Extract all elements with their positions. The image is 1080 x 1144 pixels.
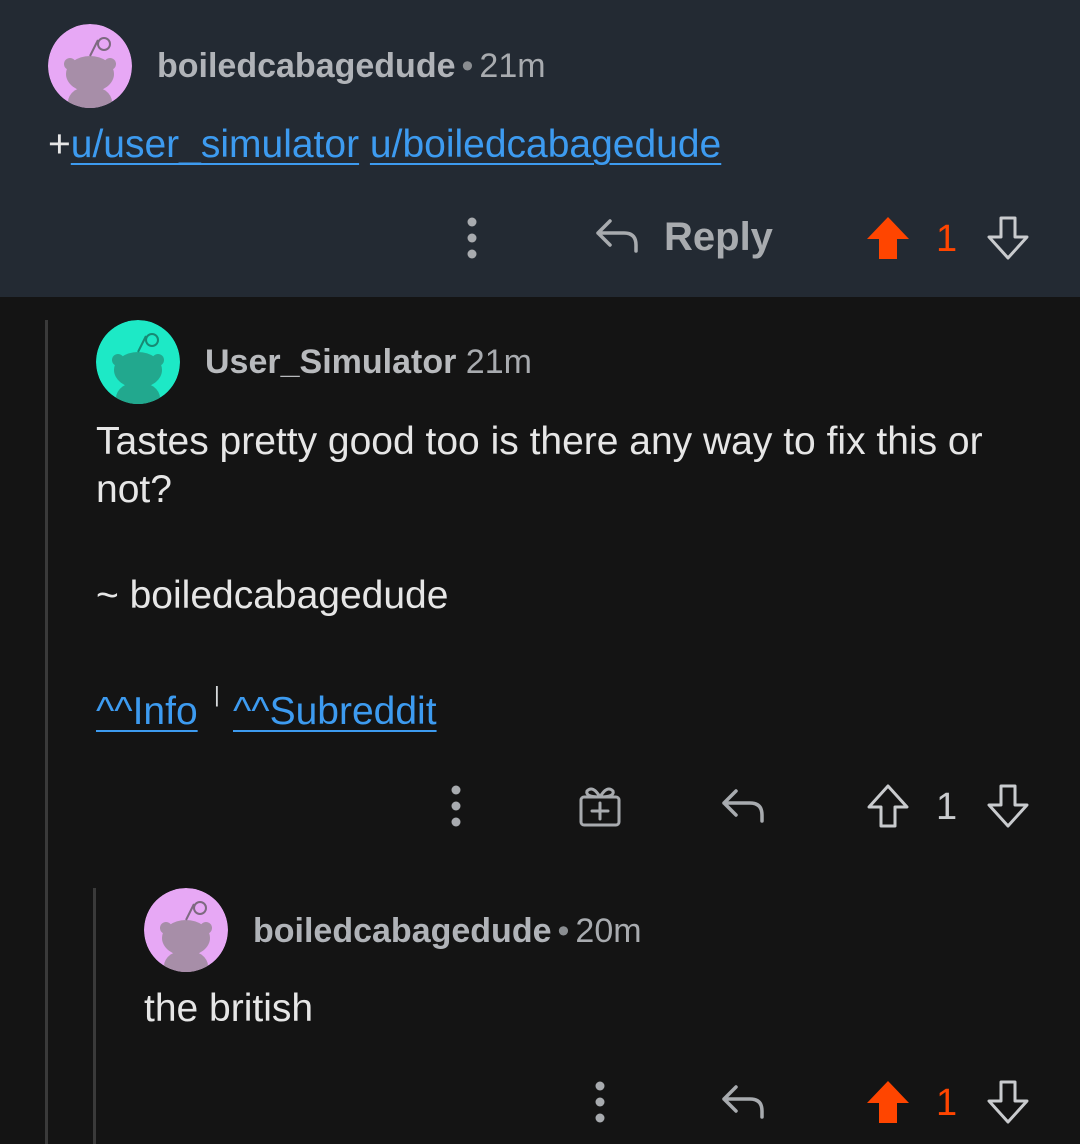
timestamp: 21m [465,343,532,381]
comment-body: +u/user_simulator u/boiledcabagedude [48,121,721,169]
downvote-button[interactable] [984,1078,1032,1126]
reply-arrow-icon [596,219,638,253]
comment-footer-links: ^^Info [96,688,198,736]
reply-button[interactable] [592,212,642,260]
subreddit-link[interactable]: ^^Subreddit [233,690,437,733]
more-options-button[interactable] [452,214,492,262]
timestamp: 21m [479,47,546,85]
comment-body: Tastes pretty good too is there any way … [96,420,983,511]
more-options-icon [595,1081,605,1123]
vote-score: 1 [936,218,958,260]
upvote-button[interactable] [864,1078,912,1126]
upvote-arrow-icon [867,1081,909,1123]
reply-label[interactable]: Reply [664,213,773,261]
username[interactable]: boiledcabagedude [253,912,552,950]
upvote-button[interactable] [864,782,912,830]
more-options-icon [451,785,461,827]
vote-score: 1 [936,1082,958,1124]
thread-line[interactable] [93,888,96,1144]
downvote-button[interactable] [984,214,1032,262]
upvote-arrow-icon [867,217,909,259]
reply-arrow-icon [722,1085,764,1119]
upvote-arrow-icon [867,784,909,828]
comment-meta: User_Simulator 21m [205,342,532,382]
body-prefix: + [48,123,71,166]
more-options-icon [467,217,477,259]
username[interactable]: boiledcabagedude [157,47,456,85]
avatar[interactable] [144,888,228,972]
info-link[interactable]: ^^Info [96,690,198,733]
comment-footer-links-2: ^^Subreddit [233,688,437,736]
comment-meta: boiledcabagedude • 21m [157,46,546,86]
thread-line[interactable] [45,320,48,1144]
vote-score: 1 [936,786,958,828]
comment-signature: ~ boiledcabagedude [96,574,449,617]
footer-separator: | [214,682,220,707]
avatar[interactable] [96,320,180,404]
user-mention-link[interactable]: u/boiledcabagedude [370,123,721,166]
meta-dot: • [461,47,474,85]
downvote-arrow-icon [987,784,1029,828]
reply-button[interactable] [718,1078,768,1126]
username[interactable]: User_Simulator [205,343,456,381]
gift-award-icon [579,787,621,827]
downvote-arrow-icon [987,216,1029,260]
upvote-button[interactable] [864,214,912,262]
more-options-button[interactable] [436,782,476,830]
meta-dot: • [557,912,570,950]
comment-body: the british [144,987,314,1030]
comment-meta: boiledcabagedude • 20m [253,911,642,951]
snoo-avatar-icon [48,24,132,108]
downvote-arrow-icon [987,1080,1029,1124]
user-mention-link[interactable]: u/user_simulator [71,123,359,166]
timestamp: 20m [575,912,642,950]
reply-button[interactable] [718,782,768,830]
more-options-button[interactable] [580,1078,620,1126]
snoo-avatar-icon [144,888,228,972]
award-button[interactable] [576,782,624,830]
avatar[interactable] [48,24,132,108]
downvote-button[interactable] [984,782,1032,830]
snoo-avatar-icon [96,320,180,404]
reply-arrow-icon [722,789,764,823]
